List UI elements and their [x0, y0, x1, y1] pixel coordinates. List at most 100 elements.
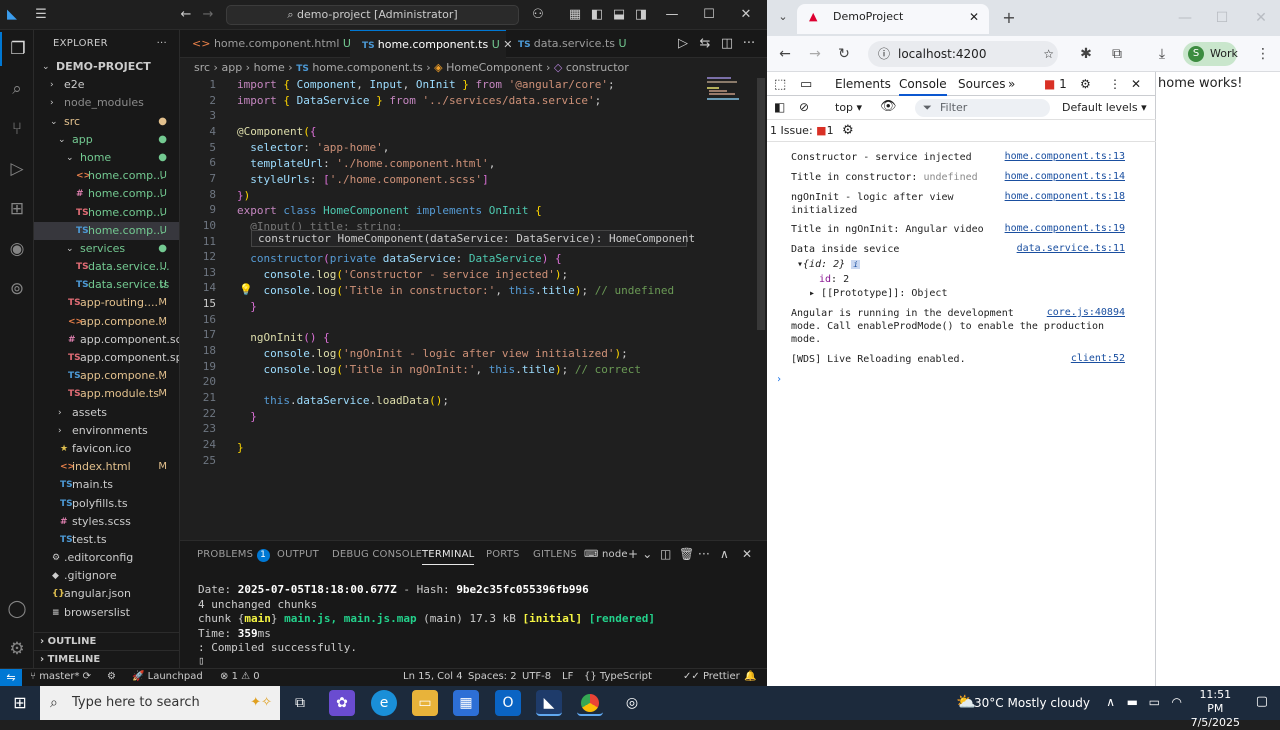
tree-item[interactable]: ⚙ .editorconfig: [34, 549, 179, 567]
minimap[interactable]: [705, 75, 755, 105]
kill-terminal-icon[interactable]: 🗑: [679, 547, 694, 561]
file-explorer-icon[interactable]: ▭: [412, 690, 438, 716]
git-branch[interactable]: ⑂ master* ⟳: [30, 671, 91, 682]
source-link[interactable]: client:52: [1071, 353, 1125, 364]
tab-sources[interactable]: Sources: [958, 77, 1005, 91]
live-expression-eye-icon[interactable]: 👁: [880, 99, 897, 114]
tree-item[interactable]: ⌄ services ●: [34, 240, 179, 258]
source-control-icon[interactable]: ⑂: [0, 112, 34, 146]
copilot-app-icon[interactable]: ✿: [329, 690, 355, 716]
tree-item[interactable]: # styles.scss: [34, 513, 179, 531]
breadcrumb-item[interactable]: app: [221, 61, 242, 74]
source-link[interactable]: home.component.ts:14: [1005, 171, 1125, 182]
task-view-icon[interactable]: ⧉: [287, 690, 313, 716]
source-link[interactable]: home.component.ts:19: [1005, 223, 1125, 234]
code-editor[interactable]: 1 2 3 4 5 6 7 8 9 10 11 12 13 14 15 16 17 18 19 20 21 22 23 24 2…: [180, 77, 767, 537]
more-tabs-icon[interactable]: »: [1008, 77, 1015, 91]
tab-ports[interactable]: PORTS: [486, 549, 520, 560]
new-tab-icon[interactable]: +: [1001, 10, 1017, 26]
breadcrumb-item[interactable]: src: [194, 61, 210, 74]
maximize-panel-icon[interactable]: ∧: [720, 547, 729, 561]
tab-terminal[interactable]: TERMINAL: [422, 549, 475, 565]
indentation[interactable]: Spaces: 2: [468, 671, 517, 682]
close-panel-icon[interactable]: ✕: [742, 547, 752, 561]
split-terminal-icon[interactable]: ◫: [660, 547, 672, 561]
site-info-icon[interactable]: ⓘ: [878, 41, 890, 67]
new-terminal-icon[interactable]: + ⌄: [628, 547, 653, 561]
browser-tab[interactable]: ▲ DemoProject ✕: [797, 4, 989, 34]
tree-item[interactable]: › assets: [34, 404, 179, 422]
more-actions-icon[interactable]: ···: [698, 547, 710, 561]
tree-item[interactable]: TS data.service.ts U: [34, 276, 179, 294]
edge-app-icon[interactable]: e: [371, 690, 397, 716]
windows-start-icon[interactable]: ⊞: [7, 690, 33, 716]
menu-icon[interactable]: ☰: [33, 7, 49, 23]
tree-item[interactable]: ★ favicon.ico: [34, 440, 179, 458]
tab-home-component-ts[interactable]: TS home.component.ts U ✕: [350, 30, 513, 58]
sidebar-toggle-icon[interactable]: ◧: [774, 100, 785, 114]
terminal-cursor[interactable]: ▯: [198, 654, 205, 667]
extensions-icon[interactable]: ⊞: [0, 192, 34, 226]
taskbar-search[interactable]: ⌕ Type here to search ✦✧: [40, 686, 280, 720]
source-link[interactable]: home.component.ts:13: [1005, 151, 1125, 162]
forward-arrow-icon[interactable]: →: [200, 7, 216, 23]
split-editor-icon[interactable]: ◫: [719, 36, 735, 52]
terminal-selector[interactable]: ⌨ node: [584, 549, 628, 560]
tab-output[interactable]: OUTPUT: [277, 549, 319, 560]
breadcrumb-item[interactable]: constructor: [566, 61, 629, 74]
customize-layout-icon[interactable]: ▦: [567, 7, 583, 23]
minimize-icon[interactable]: —: [664, 7, 680, 23]
object-prototype[interactable]: ▸ [[Prototype]]: Object: [809, 287, 947, 300]
store-app-icon[interactable]: ▦: [453, 690, 479, 716]
tree-item[interactable]: TS app.compone... M: [34, 367, 179, 385]
tree-item[interactable]: TS home.comp... U: [34, 221, 179, 240]
tree-item[interactable]: › environments: [34, 422, 179, 440]
remote-indicator-icon[interactable]: ⇋: [0, 669, 22, 687]
problems-status[interactable]: ⊗ 1 ⚠ 0: [220, 671, 260, 682]
more-actions-icon[interactable]: ···: [157, 30, 167, 58]
account-icon[interactable]: ◯: [0, 592, 34, 626]
command-center[interactable]: ⌕ demo-project [Administrator]: [226, 5, 519, 25]
remote-explorer-icon[interactable]: ⊚: [0, 272, 34, 306]
tab-console[interactable]: Console: [899, 77, 947, 96]
filter-input[interactable]: ⏷ Filter: [915, 99, 1050, 117]
debug-icon[interactable]: ⚙: [107, 671, 116, 682]
toggle-sidebar-icon[interactable]: ◧: [589, 7, 605, 23]
source-link[interactable]: data.service.ts:11: [1017, 243, 1125, 254]
tree-item[interactable]: ⌄ DEMO-PROJECT: [34, 58, 179, 76]
close-devtools-icon[interactable]: ✕: [1131, 77, 1141, 91]
chevron-up-icon[interactable]: ∧: [1106, 695, 1115, 709]
search-icon[interactable]: ⌕: [0, 72, 34, 106]
tab-problems[interactable]: PROBLEMS 1: [197, 549, 270, 562]
tab-data-service-ts[interactable]: TS data.service.ts U: [506, 30, 636, 58]
tree-item[interactable]: TS test.ts: [34, 531, 179, 549]
explorer-icon[interactable]: ❐: [0, 32, 34, 66]
context-selector[interactable]: top ▾: [835, 101, 862, 114]
breadcrumb-item[interactable]: home.component.ts: [312, 61, 422, 74]
wifi-icon[interactable]: ◠: [1172, 695, 1182, 709]
console-prompt-icon[interactable]: ›: [776, 373, 782, 386]
tree-item[interactable]: › node_modules: [34, 94, 179, 112]
outlook-app-icon[interactable]: O: [495, 690, 521, 716]
notification-icon[interactable]: ▢: [1256, 694, 1268, 709]
copilot-icon[interactable]: ⚇: [530, 7, 546, 23]
minimize-icon[interactable]: —: [1177, 10, 1193, 26]
tab-home-component-html[interactable]: <> home.component.html U: [180, 30, 351, 58]
tree-item[interactable]: ◆ .gitignore: [34, 567, 179, 585]
launchpad-button[interactable]: 🚀 Launchpad: [132, 671, 203, 682]
pen-icon[interactable]: ▬: [1127, 695, 1138, 709]
close-window-icon[interactable]: ✕: [1253, 10, 1269, 26]
tree-item[interactable]: TS data.service.... U: [34, 258, 179, 276]
reload-icon[interactable]: ↻: [836, 46, 852, 62]
log-levels-dropdown[interactable]: Default levels ▾: [1062, 101, 1147, 114]
eol[interactable]: LF: [562, 671, 573, 682]
timeline-section[interactable]: › TIMELINE: [34, 650, 179, 668]
tree-item[interactable]: TSapp.component.sp...: [34, 349, 179, 367]
tree-item[interactable]: ≡ browserslist: [34, 604, 179, 622]
address-bar[interactable]: ⓘ localhost:4200 ☆: [868, 41, 1058, 67]
manage-gear-icon[interactable]: ⚙: [0, 632, 34, 666]
tab-debug-console[interactable]: DEBUG CONSOLE: [332, 549, 422, 560]
language-mode[interactable]: {} TypeScript: [584, 671, 652, 682]
gitlens-icon[interactable]: ◉: [0, 232, 34, 266]
editor-scrollbar[interactable]: [757, 78, 765, 330]
